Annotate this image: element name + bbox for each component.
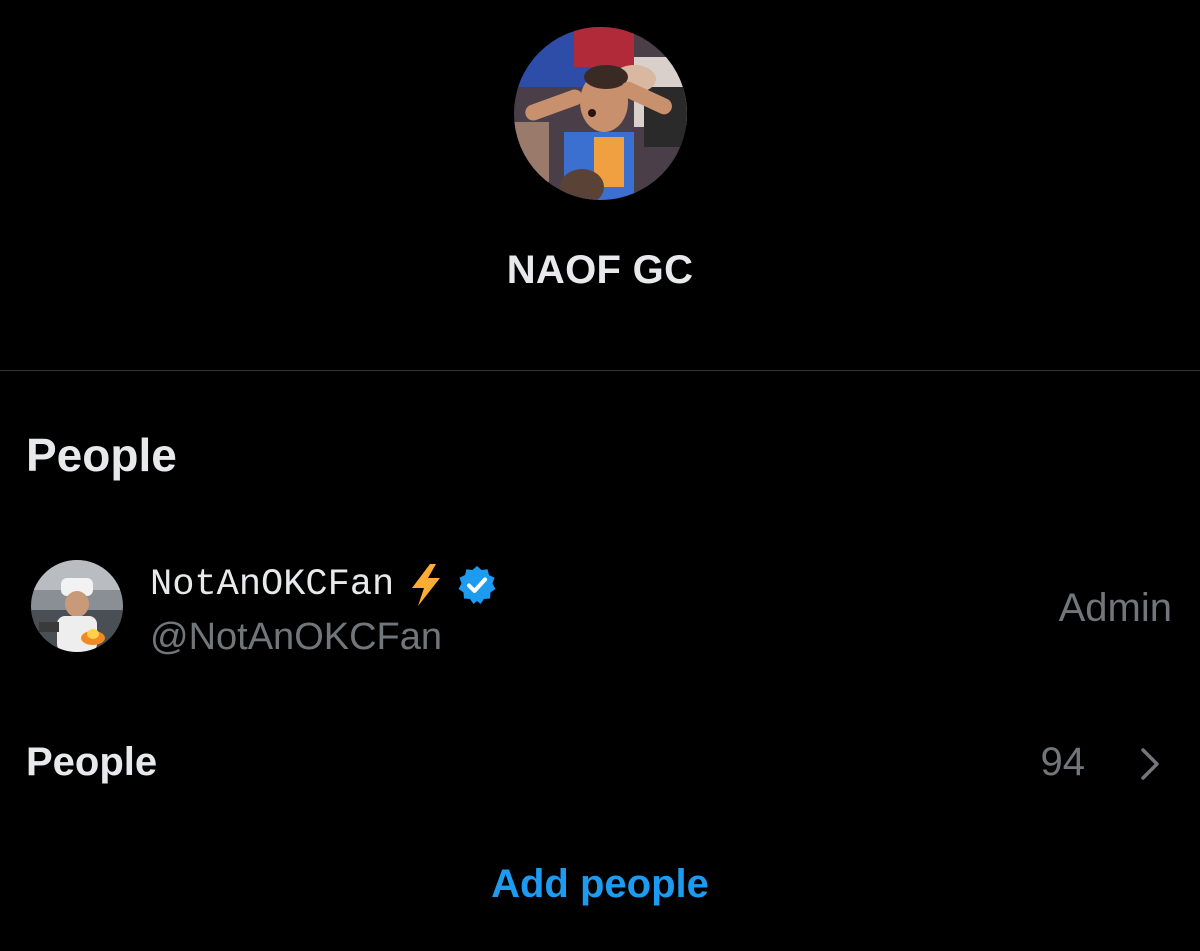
member-avatar-image xyxy=(31,560,123,652)
member-display-line: NotAnOKCFan xyxy=(150,560,498,610)
avatar[interactable] xyxy=(31,560,123,652)
member-handle: @NotAnOKCFan xyxy=(150,616,443,658)
add-people-button[interactable]: Add people xyxy=(0,862,1200,907)
group-name: NAOF GC xyxy=(506,248,694,292)
member-row[interactable]: NotAnOKCFan @NotAnOKCFan Admin xyxy=(0,550,1200,670)
group-avatar[interactable] xyxy=(514,27,687,200)
people-count: 94 xyxy=(1040,740,1086,784)
verified-badge-icon xyxy=(456,564,498,606)
people-count-row[interactable]: People 94 xyxy=(0,720,1200,802)
section-divider xyxy=(0,370,1200,371)
chevron-right-icon xyxy=(1136,746,1164,782)
member-role-badge: Admin xyxy=(1058,586,1172,630)
group-photo-image xyxy=(514,27,687,200)
lightning-bolt-icon xyxy=(406,562,446,608)
member-display-name[interactable]: NotAnOKCFan xyxy=(150,564,394,606)
people-row-label: People xyxy=(26,740,158,784)
people-section-title: People xyxy=(26,429,177,481)
